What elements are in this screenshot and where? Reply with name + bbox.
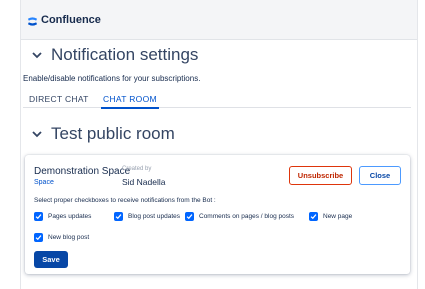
notification-settings-section-toggle[interactable]: Notification settings (30, 45, 198, 65)
new-blog-post-checkbox[interactable]: New blog post (34, 233, 89, 242)
checkbox-label: Comments on pages / blog posts (199, 213, 295, 220)
checkbox-checked-icon (34, 233, 43, 242)
checkbox-checked-icon (185, 212, 194, 221)
pages-updates-checkbox[interactable]: Pages updates (34, 212, 91, 221)
checkbox-checked-icon (34, 212, 43, 221)
space-subscription-card: Demonstration Space Space Created by Sid… (25, 155, 410, 274)
tab-chat-room[interactable]: CHAT ROOM (101, 94, 159, 109)
blog-post-updates-checkbox[interactable]: Blog post updates (114, 212, 180, 221)
close-button[interactable]: Close (359, 166, 401, 185)
checkbox-label: Pages updates (48, 213, 92, 220)
confluence-window: Confluence Notification settings Enable/… (20, 0, 418, 289)
tab-direct-chat[interactable]: DIRECT CHAT (29, 94, 89, 104)
created-by-label: Created by (122, 166, 152, 172)
checkbox-checked-icon (309, 212, 318, 221)
chevron-down-icon (32, 52, 42, 59)
checkbox-label: Blog post updates (128, 213, 181, 220)
checkbox-prompt: Select proper checkboxes to receive noti… (34, 197, 216, 204)
comments-checkbox[interactable]: Comments on pages / blog posts (185, 212, 294, 221)
new-page-checkbox[interactable]: New page (309, 212, 352, 221)
notification-settings-description: Enable/disable notifications for your su… (23, 74, 201, 83)
checkbox-label: New page (323, 213, 353, 220)
checkbox-checked-icon (114, 212, 123, 221)
room-section-toggle[interactable]: Test public room (30, 124, 175, 144)
creator-name: Sid Nadella (122, 177, 166, 187)
chat-type-tabs: DIRECT CHAT CHAT ROOM (23, 90, 411, 109)
checkbox-label: New blog post (48, 234, 90, 241)
space-link[interactable]: Space (34, 179, 54, 186)
top-bar: Confluence (21, 0, 417, 40)
space-name: Demonstration Space (34, 166, 131, 177)
notification-settings-heading: Notification settings (51, 45, 199, 64)
unsubscribe-button[interactable]: Unsubscribe (289, 166, 352, 185)
confluence-logo-icon (27, 14, 38, 26)
save-button[interactable]: Save (34, 251, 68, 268)
chevron-down-icon (32, 131, 42, 138)
room-heading: Test public room (51, 124, 175, 143)
app-title: Confluence (41, 13, 101, 26)
